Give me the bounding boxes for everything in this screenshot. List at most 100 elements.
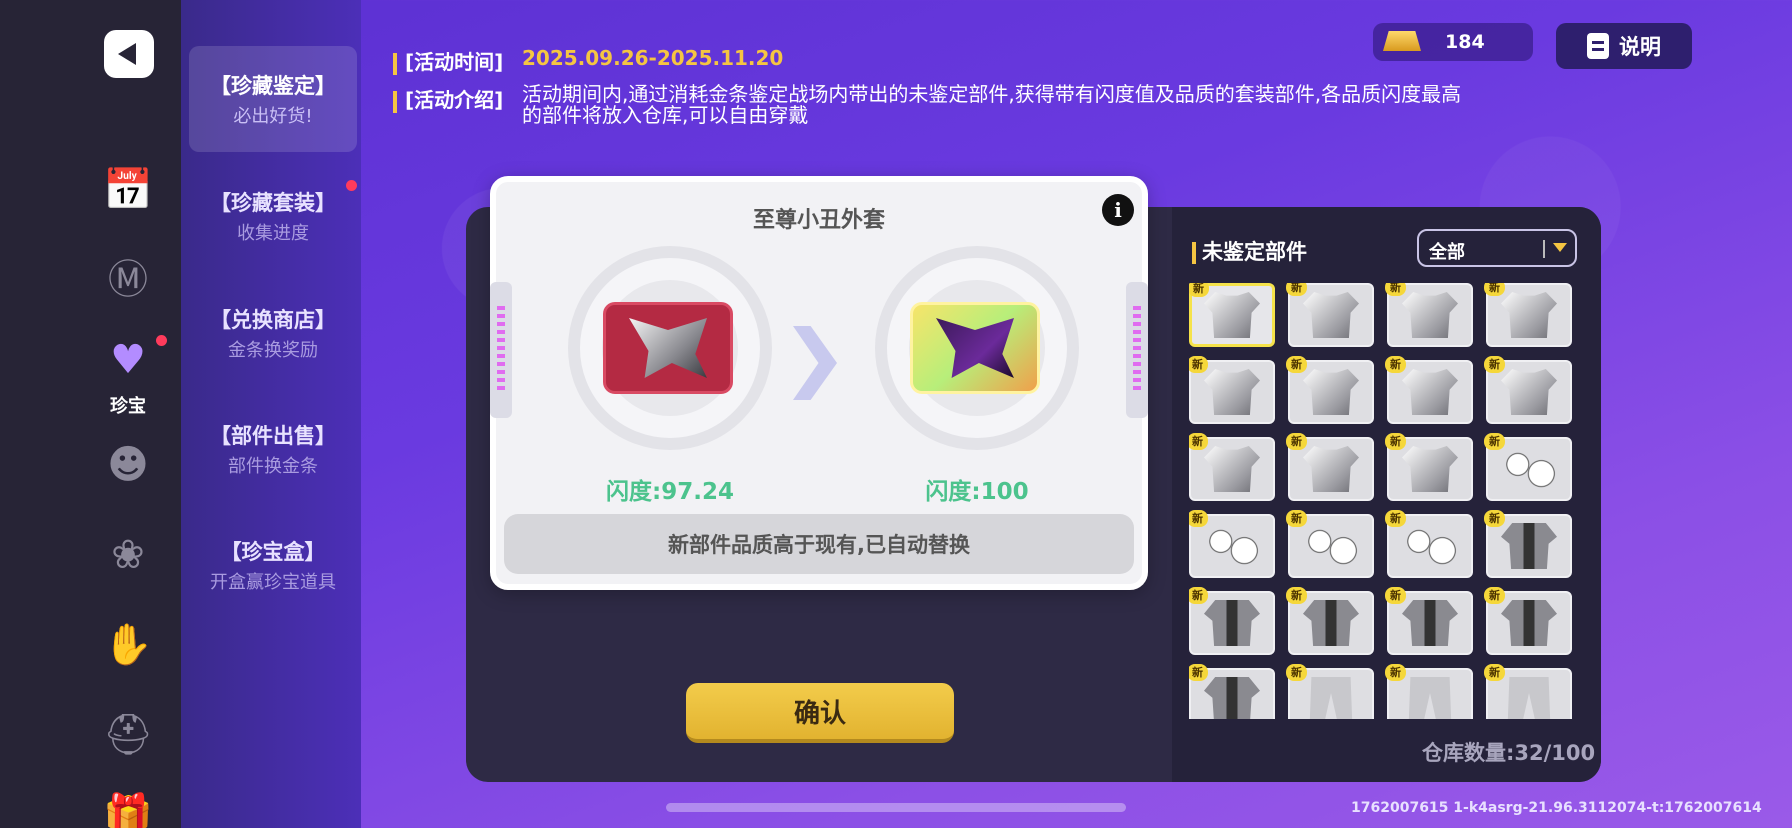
category-collection[interactable]: 【珍藏套装】 收集进度 — [189, 163, 357, 269]
home-indicator[interactable] — [666, 803, 1126, 812]
new-badge: 新 — [1385, 664, 1406, 681]
shirt-icon — [1402, 292, 1458, 338]
leaf-icon[interactable]: ❀ — [100, 530, 156, 580]
inventory-item[interactable]: 新 — [1286, 664, 1374, 719]
inventory-grid-scroll[interactable]: 新新新新新新新新新新新新新新新新新新新新新新新新 — [1189, 283, 1579, 719]
debug-info: 1762007615 1-k4asrg-21.96.3112074-t:1762… — [1351, 800, 1762, 816]
item-name: 至尊小丑外套 — [752, 208, 885, 233]
pants-icon — [1309, 677, 1353, 719]
inventory-item[interactable]: 新 — [1385, 433, 1473, 501]
mascot-icon[interactable]: ☻ — [100, 440, 156, 490]
shirt-icon — [1501, 369, 1557, 415]
cloak-icon — [629, 318, 707, 378]
cloak-icon — [936, 318, 1014, 378]
inventory-item[interactable]: 新 — [1189, 587, 1275, 655]
gold-ingot-icon — [1383, 31, 1421, 51]
gift-icon[interactable]: 🎁 — [100, 790, 156, 828]
new-badge: 新 — [1385, 283, 1406, 296]
inventory-item[interactable]: 新 — [1484, 433, 1572, 501]
inventory-item[interactable]: 新 — [1484, 283, 1572, 347]
inventory-title-text: 未鉴定部件 — [1202, 240, 1307, 264]
category-appraise[interactable]: 【珍藏鉴定】 必出好货! — [189, 46, 357, 152]
suit-icon — [1303, 600, 1359, 646]
thumbs-up-icon[interactable]: ✋ — [100, 620, 156, 670]
category-subtitle: 金条换奖励 — [228, 340, 318, 361]
category-sidebar: 【珍藏鉴定】 必出好货! 【珍藏套装】 收集进度 【兑换商店】 金条换奖励 【部… — [181, 0, 361, 828]
inventory-item[interactable]: 新 — [1189, 433, 1275, 501]
new-badge: 新 — [1385, 433, 1406, 450]
suit-icon — [1501, 600, 1557, 646]
new-badge: 新 — [1189, 283, 1209, 297]
icon-rail: 📅 Ⓜ ♥ 珍宝 ☻ ❀ ✋ ⛑ 🎁 — [0, 0, 181, 828]
category-subtitle: 必出好货! — [233, 106, 313, 127]
notification-dot — [346, 180, 357, 191]
help-button-label: 说明 — [1619, 35, 1661, 59]
pants-icon — [1507, 677, 1551, 719]
suit-icon — [1204, 600, 1260, 646]
inventory-item[interactable]: 新 — [1189, 356, 1275, 424]
suit-icon — [1204, 677, 1260, 719]
inventory-item[interactable]: 新 — [1385, 510, 1473, 578]
help-button[interactable]: 说明 — [1556, 23, 1692, 69]
inventory-item[interactable]: 新 — [1484, 664, 1572, 719]
inventory-item[interactable]: 新 — [1286, 510, 1374, 578]
event-time: [活动时间] 2025.09.26-2025.11.20 — [393, 46, 783, 75]
suit-icon — [1501, 523, 1557, 569]
inventory-item[interactable]: 新 — [1286, 356, 1374, 424]
shirt-icon — [1303, 292, 1359, 338]
new-badge: 新 — [1484, 587, 1505, 604]
shirt-icon — [1303, 369, 1359, 415]
gloves-icon — [1402, 523, 1458, 569]
inventory-item[interactable]: 新 — [1189, 510, 1275, 578]
inventory-item[interactable]: 新 — [1286, 433, 1374, 501]
category-subtitle: 开盒赢珍宝道具 — [210, 572, 336, 593]
category-subtitle: 部件换金条 — [228, 456, 318, 477]
new-badge: 新 — [1286, 510, 1307, 527]
storage-count: 仓库数量:32/100 — [1422, 741, 1596, 765]
category-shop[interactable]: 【兑换商店】 金条换奖励 — [189, 280, 357, 386]
shirt-icon — [1402, 446, 1458, 492]
inventory-item[interactable]: 新 — [1286, 587, 1374, 655]
inventory-item[interactable]: 新 — [1189, 664, 1275, 719]
inventory-item[interactable]: 新 — [1286, 283, 1374, 347]
chevron-down-icon — [1553, 243, 1567, 252]
rail-active-label: 珍宝 — [110, 396, 146, 417]
appraise-result-card: 至尊小丑外套 i 闪度:97.24 闪度:100 新部件品质高于现有,已自动替换 — [490, 176, 1148, 590]
inventory-item[interactable]: 新 — [1484, 587, 1572, 655]
category-sell[interactable]: 【部件出售】 部件换金条 — [189, 396, 357, 502]
filter-dropdown[interactable]: 全部 — [1417, 229, 1577, 267]
inventory-item[interactable]: 新 — [1385, 587, 1473, 655]
inventory-item[interactable]: 新 — [1484, 510, 1572, 578]
new-badge: 新 — [1189, 433, 1208, 450]
coin-s-icon[interactable]: Ⓜ — [100, 255, 156, 305]
treasure-heart-icon[interactable]: ♥ — [100, 335, 156, 385]
category-title: 【珍宝盒】 — [220, 540, 326, 564]
category-title: 【珍藏套装】 — [210, 191, 336, 215]
old-item — [603, 302, 733, 394]
category-title: 【部件出售】 — [210, 424, 336, 448]
inventory-title: 未鉴定部件 — [1192, 236, 1307, 266]
back-icon[interactable] — [104, 30, 154, 78]
inventory-item[interactable]: 新 — [1484, 356, 1572, 424]
new-shine: 闪度:100 — [925, 479, 1029, 505]
inventory-item[interactable]: 新 — [1385, 664, 1473, 719]
inventory-item[interactable]: 新 — [1385, 283, 1473, 347]
shield-s-icon[interactable]: ⛑ — [100, 710, 156, 760]
new-badge: 新 — [1484, 433, 1505, 450]
confirm-button[interactable]: 确认 — [686, 683, 954, 743]
event-intro-text: 活动期间内,通过消耗金条鉴定战场内带出的未鉴定部件,获得带有闪度值及品质的套装部… — [522, 82, 1462, 127]
calendar-icon[interactable]: 📅 — [100, 165, 156, 215]
category-title: 【珍藏鉴定】 — [210, 74, 336, 98]
side-tab-right — [1126, 282, 1148, 418]
new-badge: 新 — [1484, 664, 1505, 681]
inventory-item[interactable]: 新 — [1385, 356, 1473, 424]
document-icon — [1587, 33, 1609, 59]
gloves-icon — [1303, 523, 1359, 569]
shirt-icon — [1501, 292, 1557, 338]
replace-notice: 新部件品质高于现有,已自动替换 — [504, 514, 1134, 574]
category-treasure-box[interactable]: 【珍宝盒】 开盒赢珍宝道具 — [189, 512, 357, 618]
inventory-item[interactable]: 新 — [1189, 283, 1275, 347]
info-icon[interactable]: i — [1102, 194, 1134, 226]
new-item — [910, 302, 1040, 394]
new-badge: 新 — [1189, 356, 1208, 373]
